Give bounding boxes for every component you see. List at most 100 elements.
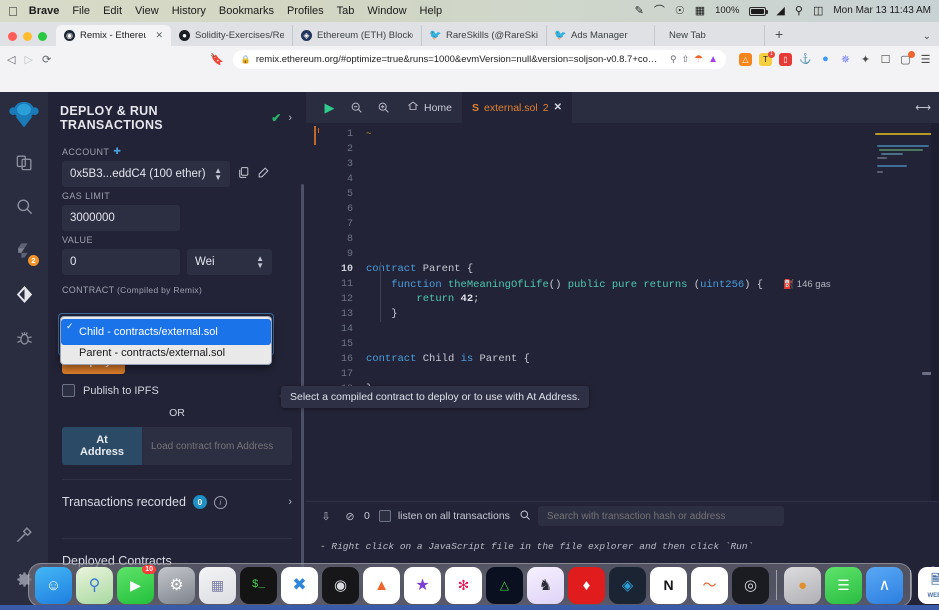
menu-help[interactable]: Help <box>420 5 443 17</box>
zoom-indicator-icon[interactable]: ⚲ <box>670 54 677 65</box>
sidebar-icon[interactable]: ☐ <box>879 53 892 66</box>
activity-monitor-icon[interactable]: △ <box>486 566 523 604</box>
publish-ipfs-row[interactable]: Publish to IPFS <box>62 384 292 397</box>
maps-icon[interactable]: ⚲ <box>76 566 113 604</box>
dropdown-option-child[interactable]: ✓ Child - contracts/external.sol <box>61 319 271 345</box>
launchpad-icon[interactable]: ▦ <box>199 566 236 604</box>
info-icon[interactable]: i <box>213 495 227 509</box>
expand-horizontal-icon[interactable]: ⟷ <box>915 101 931 114</box>
menu-brave[interactable]: Brave <box>29 5 60 17</box>
facetime-icon[interactable]: ▶ 10 <box>117 564 156 604</box>
add-account-icon[interactable]: ✚ <box>113 146 121 157</box>
terminal-search-input[interactable] <box>537 506 784 526</box>
bookmark-icon[interactable]: 🔖 <box>210 53 224 66</box>
close-tab-button[interactable]: ✕ <box>155 30 163 41</box>
browser-tab-remix[interactable]: ◉ Remix - Ethereum IDE ✕ <box>56 25 171 46</box>
display-status-icon[interactable]: ▦ <box>695 5 705 17</box>
excalidraw-icon[interactable]: 〜 <box>691 566 728 604</box>
metamask-icon[interactable]: △ <box>739 52 752 66</box>
menu-bookmarks[interactable]: Bookmarks <box>219 5 274 17</box>
at-address-button[interactable]: At Address <box>62 427 142 465</box>
chevrons-down-icon[interactable]: ⇩ <box>314 510 338 523</box>
menubar-clock[interactable]: Mon Mar 13 11:43 AM <box>833 6 931 16</box>
menu-edit[interactable]: Edit <box>103 5 122 17</box>
rainbow-icon[interactable]: ● <box>819 53 832 66</box>
remix-logo[interactable] <box>7 98 41 132</box>
redext-icon[interactable]: ▯ <box>779 52 792 66</box>
quicktime-icon[interactable]: ◉ <box>322 566 359 604</box>
address-bar[interactable]: 🔒 remix.ethereum.org/#optimize=true&runs… <box>232 49 726 69</box>
listen-all-transactions-checkbox[interactable] <box>378 510 391 522</box>
remix-dock-icon[interactable]: ◈ <box>609 566 646 604</box>
forward-button[interactable]: ▷ <box>24 53 32 66</box>
webp-file-icon[interactable]: 🖹WEBP <box>918 566 939 604</box>
terminal-icon[interactable]: $_ <box>240 566 277 604</box>
value-input[interactable]: 0 <box>62 249 180 275</box>
zoom-out-icon[interactable] <box>343 101 370 114</box>
transactions-recorded-row[interactable]: Transactions recorded 0 i › <box>62 480 292 524</box>
finder-icon[interactable]: ☺ <box>35 566 72 608</box>
browser-tab-rareskills-twitter[interactable]: 🐦 RareSkills (@RareSkills_io) / Tw <box>422 25 547 46</box>
puzzle-icon[interactable]: ✦ <box>859 53 872 66</box>
code-content[interactable]: ~ contract Parent { function theMeaningO… <box>358 123 939 501</box>
menu-tab[interactable]: Tab <box>337 5 355 17</box>
publish-ipfs-checkbox[interactable] <box>62 384 75 397</box>
search-icon[interactable] <box>519 509 531 524</box>
contract-select-dropdown[interactable]: ✓ Child - contracts/external.sol Parent … <box>60 316 272 365</box>
profile-icon[interactable]: ▢ <box>899 50 915 66</box>
hamburger-menu-icon[interactable]: ☰ <box>919 53 932 66</box>
new-tab-button[interactable]: + <box>765 26 793 46</box>
menu-view[interactable]: View <box>135 5 159 17</box>
editor-minimap[interactable] <box>875 127 939 387</box>
menu-file[interactable]: File <box>72 5 90 17</box>
menu-history[interactable]: History <box>172 5 206 17</box>
panel-scrollbar[interactable] <box>301 184 304 586</box>
brave-rewards-icon[interactable]: ▲ <box>708 54 718 65</box>
tab-home[interactable]: Home <box>397 92 462 123</box>
gas-limit-input[interactable]: 3000000 <box>62 205 180 231</box>
tab-list-chevron-icon[interactable]: ⌄ <box>923 31 931 42</box>
deploy-run-icon[interactable] <box>6 276 42 312</box>
browser-tab-solidity-exercises[interactable]: ● Solidity-Exercises/Receive at m <box>171 25 293 46</box>
browser-tab-etherscan[interactable]: ◈ Ethereum (ETH) Blockchain Exp <box>293 25 422 46</box>
tenderly-icon[interactable]: T1 <box>759 50 775 66</box>
code-editor[interactable]: 1 2 3 4 5 6 7 8 9 10 11 12 13 14 15 16 1… <box>306 123 939 501</box>
close-window-button[interactable] <box>8 32 17 41</box>
zoom-in-icon[interactable] <box>370 101 397 114</box>
battery-icon[interactable] <box>749 6 769 16</box>
unit-stepper-icon[interactable]: ▲ ▼ <box>256 254 264 269</box>
breakpoint-glyph-icon[interactable] <box>314 126 316 145</box>
imovie-icon[interactable]: ★ <box>404 566 441 604</box>
wifi-status-icon[interactable]: ◢ <box>776 5 784 17</box>
browser-tab-new-tab[interactable]: New Tab <box>655 25 765 46</box>
file-explorer-icon[interactable] <box>6 144 42 180</box>
brave-shields-icon[interactable]: ☂ <box>694 54 703 65</box>
system-settings-icon[interactable]: ⚙ <box>158 566 195 604</box>
music-icon[interactable]: ♞ <box>527 566 564 604</box>
editor-vertical-scrollbar[interactable] <box>931 123 939 501</box>
obsidian-icon[interactable]: ◎ <box>732 566 769 608</box>
share-icon[interactable]: ⇧ <box>682 54 690 65</box>
notion-icon[interactable]: N <box>650 566 687 608</box>
nordvpn-icon[interactable]: ∧ <box>866 566 903 608</box>
browser-tab-ads-manager[interactable]: 🐦 Ads Manager <box>547 25 655 46</box>
value-unit-select[interactable]: Wei ▲ ▼ <box>187 249 272 275</box>
menu-profiles[interactable]: Profiles <box>287 5 324 17</box>
dropdown-option-parent[interactable]: Parent - contracts/external.sol <box>61 345 271 362</box>
close-file-tab-button[interactable]: ✕ <box>554 102 562 113</box>
bluetooth-status-icon[interactable]: ☉ <box>675 5 685 17</box>
brave-icon[interactable]: ▲ <box>363 566 400 608</box>
minimize-window-button[interactable] <box>23 32 32 41</box>
plugin-manager-icon[interactable] <box>6 521 42 557</box>
account-select[interactable]: 0x5B3...eddC4 (100 ether) ▲ ▼ <box>62 161 230 187</box>
pen-status-icon[interactable]: ✎ <box>635 5 644 17</box>
tab-external-sol[interactable]: Ѕ external.sol 2 ✕ <box>462 92 572 123</box>
transactions-chevron-icon[interactable]: › <box>288 496 292 508</box>
spotlight-search-icon[interactable]: ⚲ <box>795 5 803 17</box>
reload-button[interactable]: ⟳ <box>42 53 51 66</box>
maximize-window-button[interactable] <box>38 32 47 41</box>
panel-collapse-chevron-icon[interactable]: › <box>288 112 296 124</box>
gear-ext-icon[interactable]: ✵ <box>839 53 852 66</box>
slack-icon[interactable]: ✻ <box>445 566 482 608</box>
no-entry-icon[interactable]: ⊘ <box>338 510 362 523</box>
